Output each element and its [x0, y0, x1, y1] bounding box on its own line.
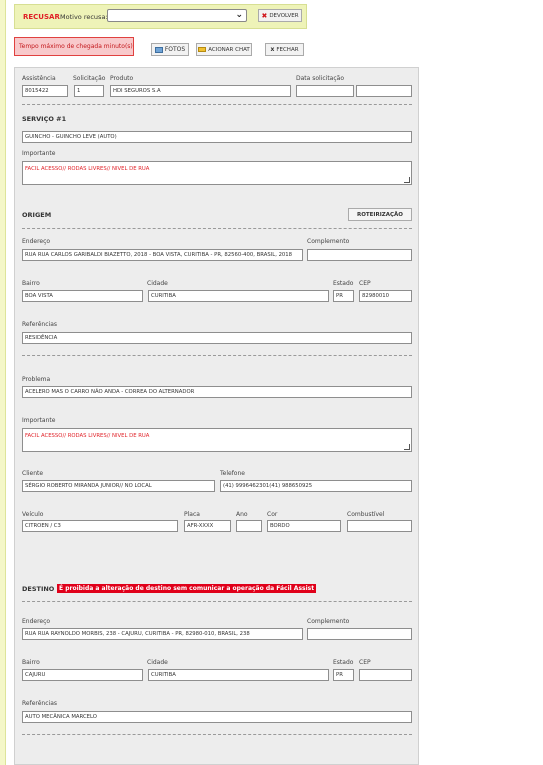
combustivel-label: Combustível — [347, 511, 385, 518]
destino-cep-label: CEP — [359, 659, 371, 666]
cor-label: Cor — [267, 511, 278, 518]
origem-bairro-label: Bairro — [22, 280, 40, 287]
service-form-panel: Assistência 8015422 Solicitação 1 Produt… — [14, 67, 419, 765]
cor-field[interactable]: BORDO — [267, 520, 341, 532]
origem-cidade-label: Cidade — [147, 280, 168, 287]
solicitacao-label: Solicitação — [73, 75, 106, 82]
origem-endereco-label: Endereço — [22, 238, 51, 245]
x-icon: ✖ — [261, 11, 268, 20]
alert-text: Tempo máximo de chegada minuto(s) — [19, 43, 133, 50]
destino-referencias-label: Referências — [22, 700, 57, 707]
servico-importante-textarea[interactable]: FACIL ACESSO// RODAS LIVRES// NIVEL DE R… — [22, 161, 412, 185]
origem-complemento-field[interactable] — [307, 249, 412, 261]
destino-title: DESTINO — [22, 585, 55, 593]
divider — [22, 228, 412, 229]
divider — [22, 355, 412, 356]
destino-bairro-label: Bairro — [22, 659, 40, 666]
origem-cep-field[interactable]: 82980010 — [359, 290, 412, 302]
chevron-down-icon: ⌄ — [235, 10, 243, 20]
divider — [22, 734, 412, 735]
data-solicitacao-label: Data solicitação — [296, 75, 345, 82]
combustivel-field[interactable] — [347, 520, 412, 532]
roteirizacao-button[interactable]: ROTEIRIZAÇÃO — [348, 208, 412, 221]
ano-label: Ano — [236, 511, 248, 518]
motivo-recusa-label: Motivo recusa: — [60, 13, 108, 21]
origem-bairro-field[interactable]: BOA VISTA — [22, 290, 143, 302]
destino-bairro-field[interactable]: CAJURU — [22, 669, 143, 681]
cliente-field[interactable]: SÉRGIO ROBERTO MIRANDA JUNIOR// NO LOCAL — [22, 480, 215, 492]
destino-cidade-label: Cidade — [147, 659, 168, 666]
divider — [22, 104, 412, 105]
veiculo-label: Veículo — [22, 511, 44, 518]
veiculo-field[interactable]: CITROEN / C3 — [22, 520, 178, 532]
cliente-label: Cliente — [22, 470, 44, 477]
assistencia-field[interactable]: 8015422 — [22, 85, 68, 97]
problema-importante-textarea[interactable]: FACIL ACESSO// RODAS LIVRES// NIVEL DE R… — [22, 428, 412, 452]
placa-label: Placa — [184, 511, 200, 518]
divider — [22, 601, 412, 602]
destino-cep-field[interactable] — [359, 669, 412, 681]
resize-grip-icon[interactable] — [404, 177, 410, 183]
fotos-button[interactable]: FOTOS — [151, 43, 189, 56]
origem-cep-label: CEP — [359, 280, 371, 287]
destino-estado-label: Estado — [333, 659, 354, 666]
acionar-chat-button[interactable]: ACIONAR CHAT — [196, 43, 252, 56]
destino-endereco-field[interactable]: RUA RUA RAYNOLDO MORBIS, 238 - CAJURU, C… — [22, 628, 303, 640]
destino-estado-field[interactable]: PR — [333, 669, 354, 681]
origem-endereco-field[interactable]: RUA RUA CARLOS GARIBALDI BIAZETTO, 2018 … — [22, 249, 303, 261]
origem-referencias-field[interactable]: RESIDÊNCIA — [22, 332, 412, 344]
destino-cidade-field[interactable]: CURITIBA — [148, 669, 329, 681]
problema-importante-label: Importante — [22, 417, 56, 424]
destino-complemento-label: Complemento — [307, 618, 350, 625]
origem-estado-field[interactable]: PR — [333, 290, 354, 302]
chat-icon — [198, 47, 207, 52]
assistencia-label: Assistência — [22, 75, 56, 82]
destino-referencias-field[interactable]: AUTO MECÂNICA MARCELO — [22, 711, 412, 723]
acionar-chat-label: ACIONAR CHAT — [208, 46, 250, 53]
origem-cidade-field[interactable]: CURITIBA — [148, 290, 329, 302]
left-sidebar-strip — [0, 0, 6, 765]
resize-grip-icon[interactable] — [404, 444, 410, 450]
refusal-bar: RECUSAR Motivo recusa: ⌄ ✖ DEVOLVER — [14, 4, 307, 29]
telefone-field[interactable]: (41) 9996462301(41) 988650925 — [220, 480, 412, 492]
motivo-recusa-select[interactable]: ⌄ — [107, 9, 247, 22]
problema-label: Problema — [22, 376, 51, 383]
servico-field[interactable]: GUINCHO - GUINCHO LEVE (AUTO) — [22, 131, 412, 143]
recusar-label: RECUSAR — [23, 13, 60, 21]
max-arrival-time-alert: Tempo máximo de chegada minuto(s) — [14, 37, 134, 56]
servico-importante-text: FACIL ACESSO// RODAS LIVRES// NIVEL DE R… — [25, 166, 150, 172]
fotos-label: FOTOS — [164, 46, 186, 53]
destino-endereco-label: Endereço — [22, 618, 51, 625]
solicitacao-field[interactable]: 1 — [74, 85, 104, 97]
telefone-label: Telefone — [220, 470, 245, 477]
devolver-button[interactable]: ✖ DEVOLVER — [258, 9, 302, 22]
fechar-button[interactable]: x FECHAR — [265, 43, 304, 56]
destino-warning: É proibida a alteração de destino sem co… — [57, 584, 317, 593]
data-solicitacao-field[interactable] — [296, 85, 354, 97]
origem-complemento-label: Complemento — [307, 238, 350, 245]
hora-solicitacao-field[interactable] — [356, 85, 412, 97]
produto-field[interactable]: HDI SEGUROS S.A — [110, 85, 291, 97]
close-icon: x — [270, 46, 275, 53]
origem-referencias-label: Referências — [22, 321, 57, 328]
origem-title: ORIGEM — [22, 211, 52, 219]
devolver-label: DEVOLVER — [269, 12, 299, 19]
servico-title: SERVIÇO #1 — [22, 115, 67, 123]
photo-icon — [154, 46, 163, 53]
ano-field[interactable] — [236, 520, 262, 532]
origem-estado-label: Estado — [333, 280, 354, 287]
problema-importante-text: FACIL ACESSO// RODAS LIVRES// NIVEL DE R… — [25, 433, 150, 439]
placa-field[interactable]: AFR-XXXX — [184, 520, 231, 532]
produto-label: Produto — [110, 75, 134, 82]
problema-field[interactable]: ACELERO MAS O CARRO NÃO ANDA - CORREA DO… — [22, 386, 412, 398]
servico-importante-label: Importante — [22, 150, 56, 157]
fechar-label: FECHAR — [276, 46, 299, 53]
destino-complemento-field[interactable] — [307, 628, 412, 640]
